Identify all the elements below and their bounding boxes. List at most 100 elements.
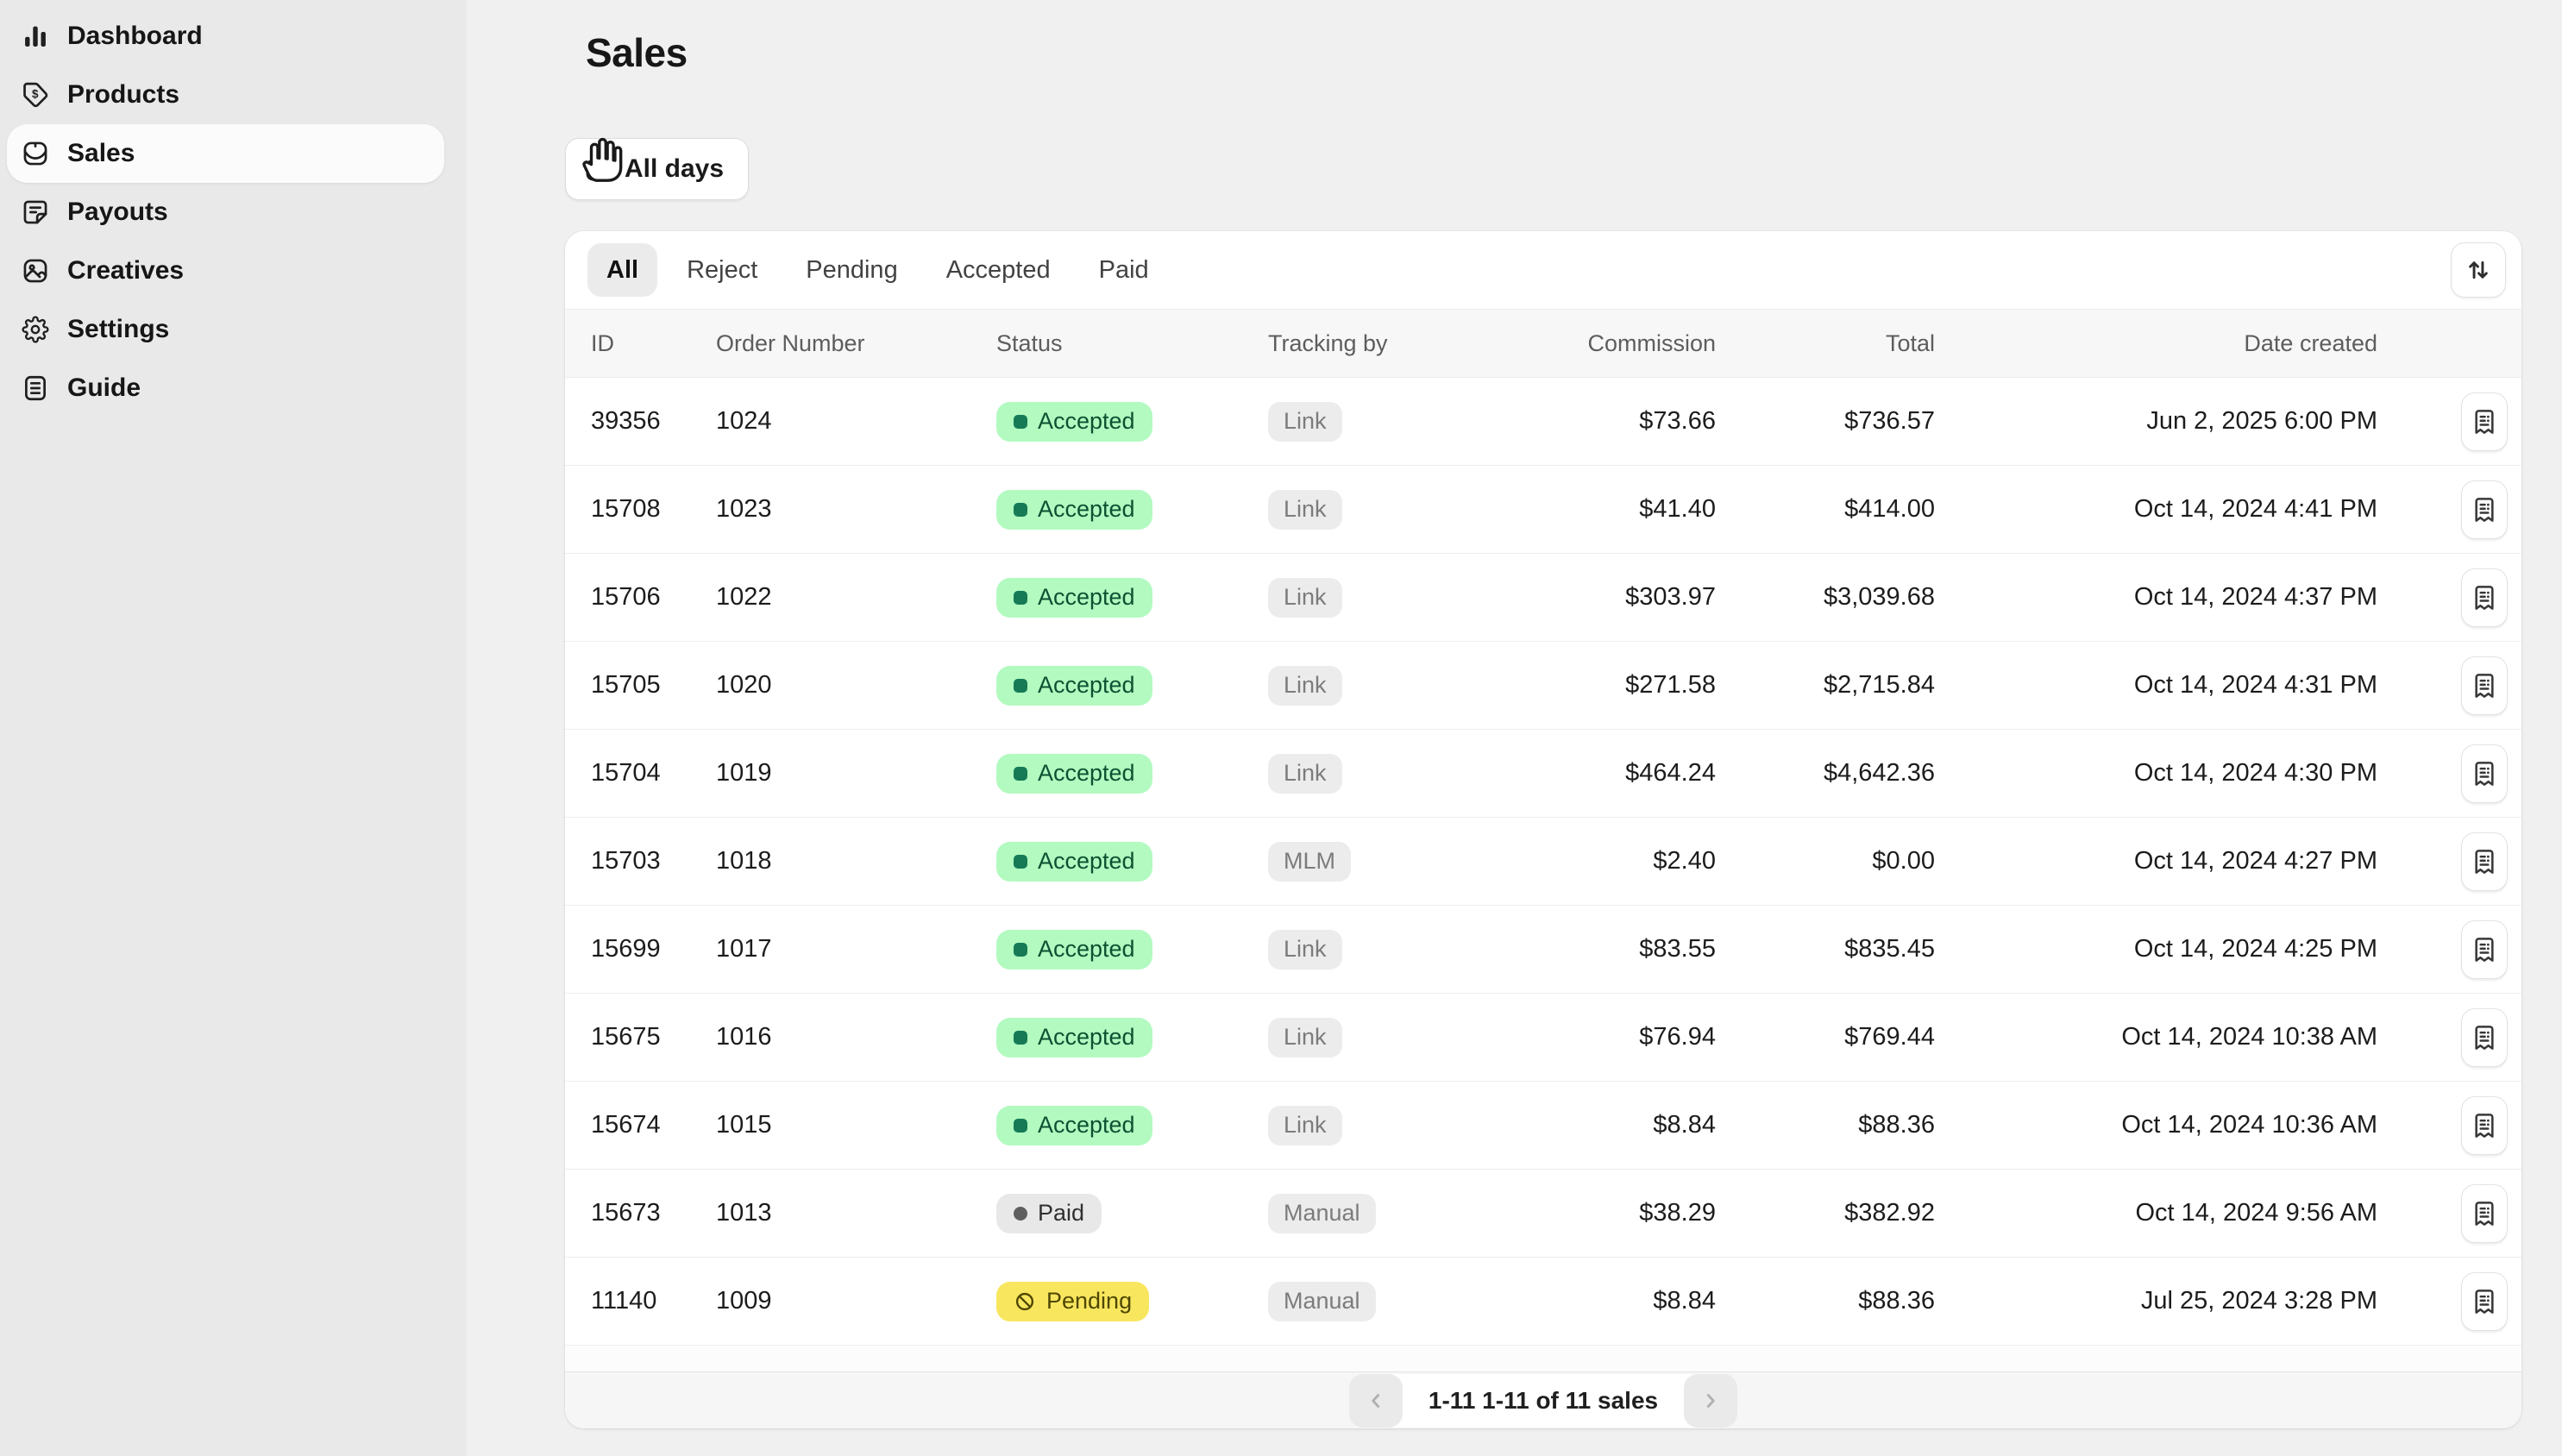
receipt-button[interactable]	[2461, 744, 2508, 803]
sidebar-item-label: Creatives	[67, 256, 184, 286]
status-badge: Paid	[996, 1194, 1102, 1233]
cell-total: $0.00	[1716, 847, 1935, 875]
cell-commission: $38.29	[1454, 1199, 1716, 1227]
tracking-badge: Manual	[1268, 1194, 1376, 1233]
sidebar-item-sales[interactable]: Sales	[7, 124, 444, 183]
receipt-button[interactable]	[2461, 1096, 2508, 1155]
sidebar-item-products[interactable]: $ Products	[7, 66, 444, 124]
chevron-right-icon	[1699, 1390, 1722, 1412]
receipt-button[interactable]	[2461, 480, 2508, 539]
receipt-icon	[2471, 936, 2498, 963]
cell-order-number: 1017	[716, 935, 996, 963]
cell-tracking-by: Manual	[1268, 1194, 1454, 1233]
table-header-row: IDOrder NumberStatusTracking byCommissio…	[565, 309, 2521, 378]
tab-accepted[interactable]: Accepted	[927, 243, 1070, 297]
table-row[interactable]: 15699 1017 Accepted Link $83.55 $835.45 …	[565, 906, 2521, 994]
sales-card: AllReject Pending Accepted Paid IDOrder Num…	[565, 231, 2521, 1428]
cell-date-created: Oct 14, 2024 4:37 PM	[1935, 583, 2377, 612]
table-row[interactable]: 39356 1024 Accepted Link $73.66 $736.57 …	[565, 378, 2521, 466]
date-filter-button[interactable]: All days	[565, 138, 749, 200]
tab-all[interactable]: All	[587, 243, 657, 297]
receipt-button[interactable]	[2461, 1008, 2508, 1067]
pagination-label: 1-11 1-11 of 11 sales	[1403, 1387, 1684, 1415]
cell-commission: $73.66	[1454, 407, 1716, 436]
receipt-button[interactable]	[2461, 1272, 2508, 1331]
table-row[interactable]: 15705 1020 Accepted Link $271.58 $2,715.…	[565, 642, 2521, 730]
status-label: Accepted	[1038, 1024, 1135, 1051]
tabs-list: AllReject Pending Accepted Paid	[587, 243, 1178, 297]
tab-reject[interactable]: Reject	[668, 243, 776, 297]
table-footer-gap	[565, 1346, 2521, 1371]
cell-commission: $303.97	[1454, 583, 1716, 612]
status-badge: Accepted	[996, 754, 1152, 794]
tab-paid[interactable]: Paid	[1080, 243, 1168, 297]
cell-date-created: Oct 14, 2024 9:56 AM	[1935, 1199, 2377, 1227]
sidebar: Dashboard $ Products Sales Payouts Creat…	[0, 0, 467, 1456]
table-row[interactable]: 15675 1016 Accepted Link $76.94 $769.44 …	[565, 994, 2521, 1082]
tab-pending[interactable]: Pending	[787, 243, 916, 297]
sort-button[interactable]	[2451, 242, 2506, 298]
cell-id: 15706	[565, 583, 716, 612]
tracking-badge: Link	[1268, 1018, 1342, 1057]
chevron-left-icon	[1365, 1390, 1387, 1412]
sidebar-item-guide[interactable]: Guide	[7, 359, 444, 417]
table-row[interactable]: 15706 1022 Accepted Link $303.97 $3,039.…	[565, 554, 2521, 642]
pagination-next-button[interactable]	[1684, 1374, 1737, 1428]
cell-status: Accepted	[996, 1018, 1268, 1057]
cell-tracking-by: Link	[1268, 490, 1454, 530]
sidebar-item-dashboard[interactable]: Dashboard	[7, 7, 444, 66]
tracking-badge: Link	[1268, 666, 1342, 706]
tab-label: Pending	[806, 256, 897, 285]
status-badge: Accepted	[996, 666, 1152, 706]
sidebar-item-payouts[interactable]: Payouts	[7, 183, 444, 242]
sidebar-item-creatives[interactable]: Creatives	[7, 242, 444, 300]
sidebar-item-label: Guide	[67, 373, 141, 403]
receipt-button[interactable]	[2461, 832, 2508, 891]
status-label: Accepted	[1038, 1112, 1135, 1139]
receipt-button[interactable]	[2461, 568, 2508, 627]
pagination-prev-button[interactable]	[1349, 1374, 1403, 1428]
cell-order-number: 1013	[716, 1199, 996, 1227]
column-header-commission: Commission	[1454, 330, 1716, 357]
table-body: 39356 1024 Accepted Link $73.66 $736.57 …	[565, 378, 2521, 1346]
cell-tracking-by: Link	[1268, 930, 1454, 970]
image-icon	[21, 256, 50, 286]
status-label: Accepted	[1038, 760, 1135, 787]
sidebar-item-settings[interactable]: Settings	[7, 300, 444, 359]
column-header-date-created: Date created	[1935, 330, 2377, 357]
tab-label: Accepted	[946, 256, 1051, 285]
cell-order-number: 1022	[716, 583, 996, 612]
table-row[interactable]: 15704 1019 Accepted Link $464.24 $4,642.…	[565, 730, 2521, 818]
calendar-icon	[583, 154, 612, 184]
cell-tracking-by: MLM	[1268, 842, 1454, 882]
receipt-icon	[2471, 672, 2498, 700]
cell-date-created: Oct 14, 2024 10:38 AM	[1935, 1023, 2377, 1051]
table-row[interactable]: 15674 1015 Accepted Link $8.84 $88.36 Oc…	[565, 1082, 2521, 1170]
cell-id: 15703	[565, 847, 716, 875]
cell-order-number: 1023	[716, 495, 996, 524]
gear-icon	[21, 315, 50, 344]
main-content: Sales All days AllRejectPendingAcceptedP…	[467, 0, 2562, 1456]
cell-tracking-by: Link	[1268, 402, 1454, 442]
cell-commission: $8.84	[1454, 1111, 1716, 1139]
status-label: Accepted	[1038, 584, 1135, 611]
table-row[interactable]: 15708 1023 Accepted Link $41.40 $414.00 …	[565, 466, 2521, 554]
column-header-status: Status	[996, 330, 1268, 357]
status-dot-icon	[1014, 503, 1027, 517]
status-badge: Pending	[996, 1282, 1149, 1321]
receipt-button[interactable]	[2461, 656, 2508, 715]
table-row[interactable]: 11140 1009 Pending Manual $8.84 $88.36 J…	[565, 1258, 2521, 1346]
status-badge: Accepted	[996, 930, 1152, 970]
cell-total: $2,715.84	[1716, 671, 1935, 700]
cell-commission: $41.40	[1454, 495, 1716, 524]
sidebar-item-label: Dashboard	[67, 22, 203, 51]
status-badge: Accepted	[996, 1106, 1152, 1145]
receipt-button[interactable]	[2461, 392, 2508, 451]
receipt-icon	[2471, 848, 2498, 875]
receipt-button[interactable]	[2461, 920, 2508, 979]
cell-tracking-by: Manual	[1268, 1282, 1454, 1321]
receipt-button[interactable]	[2461, 1184, 2508, 1243]
cell-status: Paid	[996, 1194, 1268, 1233]
table-row[interactable]: 15673 1013 Paid Manual $38.29 $382.92 Oc…	[565, 1170, 2521, 1258]
table-row[interactable]: 15703 1018 Accepted MLM $2.40 $0.00 Oct …	[565, 818, 2521, 906]
